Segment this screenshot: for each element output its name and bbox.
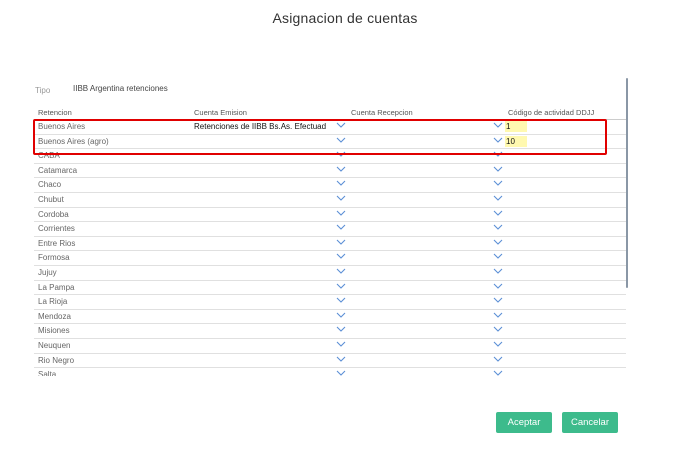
retencion-name: Buenos Aires (38, 122, 86, 131)
chevron-down-icon[interactable] (493, 151, 503, 159)
chevron-down-icon[interactable] (493, 253, 503, 261)
chevron-down-icon[interactable] (493, 297, 503, 305)
table-row[interactable]: La Pampa (34, 281, 626, 296)
retencion-name: Corrientes (38, 224, 75, 234)
tipo-value: IIBB Argentina retenciones (73, 84, 168, 93)
table-row[interactable]: Jujuy (34, 266, 626, 281)
table-row[interactable]: Salta (34, 368, 626, 376)
retencion-name: Buenos Aires (agro) (38, 136, 109, 146)
chevron-down-icon[interactable] (336, 253, 346, 261)
chevron-down-icon[interactable] (336, 356, 346, 364)
chevron-down-icon[interactable] (336, 239, 346, 247)
table-row[interactable]: Neuquen (34, 339, 626, 354)
cancel-button[interactable]: Cancelar (562, 412, 618, 433)
table-row[interactable]: Corrientes (34, 222, 626, 237)
retencion-name: CABA (38, 151, 60, 161)
accept-button[interactable]: Aceptar (496, 412, 552, 433)
table-row[interactable]: Chubut (34, 193, 626, 208)
table-row[interactable]: Rio Negro (34, 354, 626, 369)
table-row[interactable]: La Rioja (34, 295, 626, 310)
retencion-name: Chaco (38, 180, 62, 190)
chevron-down-icon[interactable] (493, 370, 503, 376)
accounts-grid: Retencion Cuenta Emision Cuenta Recepcio… (34, 108, 626, 376)
table-row[interactable]: Entre Rios (34, 237, 626, 252)
chevron-down-icon[interactable] (493, 341, 503, 349)
table-row[interactable]: Buenos Aires (agro) 10 (34, 135, 626, 150)
grid-scrollbar[interactable] (626, 78, 628, 288)
retencion-name: Neuquen (38, 341, 71, 350)
chevron-down-icon[interactable] (336, 122, 346, 130)
retencion-name: Catamarca (38, 165, 78, 175)
table-row[interactable]: CABA (34, 149, 626, 164)
retencion-name: Salta (38, 370, 57, 376)
chevron-down-icon[interactable] (493, 166, 503, 174)
chevron-down-icon[interactable] (493, 122, 503, 130)
dialog-title: Asignacion de cuentas (272, 10, 418, 26)
table-row[interactable]: Cordoba (34, 208, 626, 223)
retencion-name: Cordoba (38, 209, 69, 219)
retencion-name: Chubut (38, 195, 64, 204)
chevron-down-icon[interactable] (336, 166, 346, 174)
retencion-name: Rio Negro (38, 355, 75, 365)
chevron-down-icon[interactable] (493, 356, 503, 364)
cuenta-emision-value[interactable]: Retenciones de IIBB Bs.As. Efectuad (194, 122, 326, 131)
retencion-name: Mendoza (38, 311, 71, 321)
chevron-down-icon[interactable] (336, 224, 346, 232)
table-row[interactable]: Misiones (34, 324, 626, 339)
codigo-actividad-input[interactable]: 10 (505, 135, 527, 147)
table-row[interactable]: Chaco (34, 178, 626, 193)
chevron-down-icon[interactable] (493, 283, 503, 291)
chevron-down-icon[interactable] (493, 180, 503, 188)
codigo-actividad-input[interactable]: 1 (505, 121, 527, 132)
table-row[interactable]: Buenos Aires Retenciones de IIBB Bs.As. E… (34, 120, 626, 135)
retencion-name: La Pampa (38, 282, 75, 292)
chevron-down-icon[interactable] (493, 312, 503, 320)
chevron-down-icon[interactable] (336, 341, 346, 349)
retencion-name: Jujuy (38, 268, 57, 277)
chevron-down-icon[interactable] (493, 195, 503, 203)
table-row[interactable]: Mendoza (34, 310, 626, 325)
chevron-down-icon[interactable] (336, 151, 346, 159)
chevron-down-icon[interactable] (493, 326, 503, 334)
table-row[interactable]: Catamarca (34, 164, 626, 179)
retencion-name: Entre Rios (38, 238, 76, 248)
tipo-label: Tipo (35, 86, 51, 95)
chevron-down-icon[interactable] (336, 326, 346, 334)
chevron-down-icon[interactable] (336, 268, 346, 276)
table-row[interactable]: Formosa (34, 251, 626, 266)
chevron-down-icon[interactable] (336, 297, 346, 305)
retencion-name: La Rioja (38, 297, 68, 307)
chevron-down-icon[interactable] (336, 370, 346, 376)
chevron-down-icon[interactable] (336, 195, 346, 203)
chevron-down-icon[interactable] (336, 210, 346, 218)
chevron-down-icon[interactable] (336, 312, 346, 320)
chevron-down-icon[interactable] (493, 210, 503, 218)
chevron-down-icon[interactable] (336, 283, 346, 291)
chevron-down-icon[interactable] (336, 180, 346, 188)
chevron-down-icon[interactable] (493, 239, 503, 247)
chevron-down-icon[interactable] (336, 137, 346, 145)
retencion-name: Misiones (38, 326, 70, 336)
chevron-down-icon[interactable] (493, 268, 503, 276)
retencion-name: Formosa (38, 253, 70, 263)
chevron-down-icon[interactable] (493, 224, 503, 232)
chevron-down-icon[interactable] (493, 137, 503, 145)
